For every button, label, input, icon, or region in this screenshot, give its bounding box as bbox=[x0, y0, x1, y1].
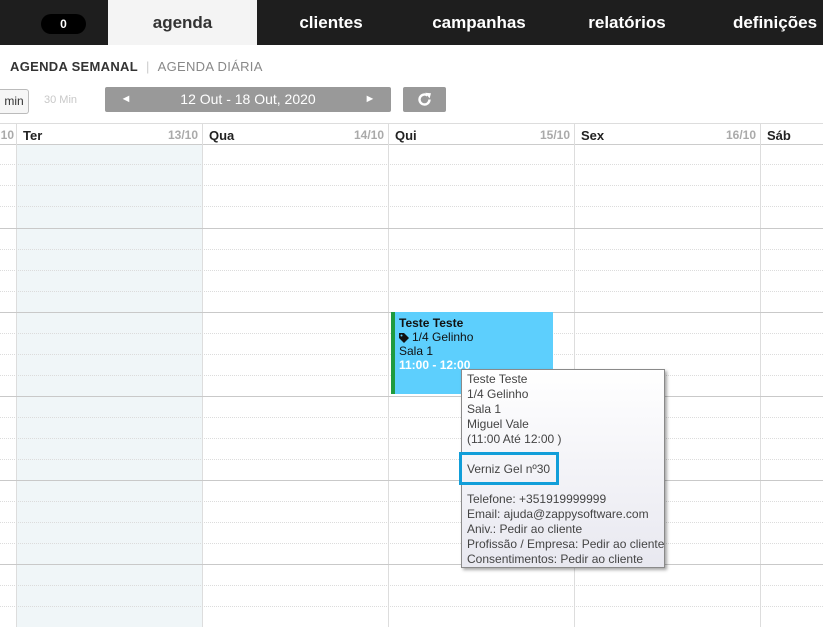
tooltip-consent: Consentimentos: Pedir ao cliente bbox=[467, 552, 644, 566]
tooltip-profession: Profissão / Empresa: Pedir ao cliente bbox=[467, 537, 665, 551]
column-header-qua: Qua 14/10 bbox=[203, 124, 388, 145]
current-day-column bbox=[17, 145, 202, 627]
event-service: 1/4 Gelinho bbox=[399, 330, 553, 344]
column-date: 13/10 bbox=[167, 128, 198, 142]
tooltip-staff: Miguel Vale bbox=[467, 417, 529, 431]
note-highlight-box bbox=[459, 452, 559, 485]
tab-separator: | bbox=[145, 59, 150, 74]
tab-agenda-semanal[interactable]: AGENDA SEMANAL bbox=[10, 59, 138, 74]
column-header-sex: Sex 16/10 bbox=[575, 124, 760, 145]
column-date: 14/10 bbox=[353, 128, 384, 142]
column-day: Ter bbox=[23, 128, 43, 143]
column-day: Qui bbox=[395, 128, 417, 143]
view-tabs: AGENDA SEMANAL | AGENDA DIÁRIA bbox=[10, 59, 263, 74]
interval-min-button[interactable]: min bbox=[0, 89, 29, 114]
column-date: 16/10 bbox=[725, 128, 756, 142]
refresh-button[interactable] bbox=[403, 87, 446, 112]
interval-30min-option[interactable]: 30 Min bbox=[44, 94, 77, 106]
column-header-prev: 10 bbox=[0, 124, 16, 145]
tooltip-email: Email: ajuda@zappysoftware.com bbox=[467, 507, 649, 521]
nav-tab-definicoes[interactable]: definições bbox=[701, 0, 823, 45]
column-header-sab: Sáb bbox=[761, 124, 823, 145]
event-title: Teste Teste bbox=[399, 316, 464, 330]
refresh-icon bbox=[418, 92, 431, 106]
tooltip-room: Sala 1 bbox=[467, 402, 502, 416]
nav-tab-campanhas[interactable]: campanhas bbox=[405, 0, 553, 45]
tag-icon bbox=[399, 332, 409, 343]
column-date: 10 bbox=[0, 128, 14, 142]
tab-agenda-diaria[interactable]: AGENDA DIÁRIA bbox=[158, 59, 263, 74]
column-header-ter: Ter 13/10 bbox=[17, 124, 202, 145]
column-day: Sáb bbox=[767, 128, 791, 143]
event-service-label: 1/4 Gelinho bbox=[412, 330, 474, 344]
tooltip-birthday: Aniv.: Pedir ao cliente bbox=[467, 522, 583, 536]
top-navigation: 0 agenda clientes campanhas relatórios d… bbox=[0, 0, 823, 45]
column-header-qui: Qui 15/10 bbox=[389, 124, 574, 145]
notification-badge[interactable]: 0 bbox=[41, 14, 86, 34]
column-day: Qua bbox=[209, 128, 235, 143]
date-range-navigator: ◄ 12 Out - 18 Out, 2020 ► bbox=[105, 87, 391, 112]
tooltip-service: 1/4 Gelinho bbox=[467, 387, 529, 401]
nav-tab-clientes[interactable]: clientes bbox=[257, 0, 405, 45]
tooltip-phone: Telefone: +351919999999 bbox=[467, 492, 607, 506]
next-week-arrow-icon[interactable]: ► bbox=[355, 87, 385, 112]
date-range-label: 12 Out - 18 Out, 2020 bbox=[180, 91, 316, 107]
nav-tab-agenda[interactable]: agenda bbox=[108, 0, 257, 45]
nav-tab-relatorios[interactable]: relatórios bbox=[553, 0, 701, 45]
column-day: Sex bbox=[581, 128, 605, 143]
event-room: Sala 1 bbox=[399, 344, 434, 358]
tooltip-name: Teste Teste bbox=[467, 372, 528, 386]
tooltip-time: (11:00 Até 12:00 ) bbox=[467, 432, 562, 446]
column-date: 15/10 bbox=[539, 128, 570, 142]
